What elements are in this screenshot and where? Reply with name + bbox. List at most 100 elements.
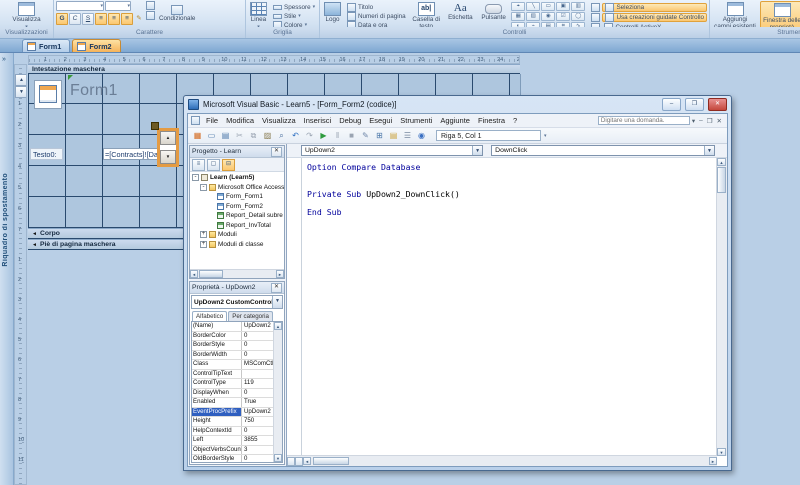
select-button[interactable]: Seleziona xyxy=(602,3,707,12)
property-row[interactable]: BorderStyle 0 xyxy=(192,341,282,351)
properties-tab-per-categoria[interactable]: Per categoria xyxy=(228,311,273,321)
rectangle-icon[interactable]: ▭ xyxy=(541,2,556,11)
font-family-select[interactable]: ▾ xyxy=(56,1,104,11)
scroll-up-icon[interactable]: ▲ xyxy=(717,158,726,166)
tab-control-icon[interactable]: ⌗ xyxy=(556,22,571,27)
property-row[interactable]: BorderColor 0 xyxy=(192,331,282,341)
paste-icon[interactable]: ▨ xyxy=(262,130,273,141)
project-explorer-icon[interactable]: ⊞ xyxy=(374,130,385,141)
align-center-button[interactable]: ≡ xyxy=(108,13,120,25)
maximize-button[interactable]: ❐ xyxy=(685,97,704,111)
fill-color-icon[interactable] xyxy=(146,11,155,20)
undo-icon[interactable]: ↶ xyxy=(290,130,301,141)
vb-menu-strumenti[interactable]: Strumenti xyxy=(396,116,436,125)
tree-expander[interactable]: - xyxy=(200,183,207,191)
expand-pane-icon[interactable]: » xyxy=(2,56,6,63)
title-button[interactable]: Titolo xyxy=(345,2,408,12)
date-time-button[interactable]: Data e ora xyxy=(345,20,408,27)
close-icon[interactable]: ✕ xyxy=(271,146,282,157)
bound-object-icon[interactable]: ▣ xyxy=(556,2,571,11)
toolbox-icon[interactable]: ☰ xyxy=(402,130,413,141)
property-sheet-button[interactable]: Finestra delle proprietà xyxy=(760,1,800,27)
procedure-view-button[interactable] xyxy=(295,456,303,466)
scroll-right-icon[interactable]: ► xyxy=(276,270,284,278)
find-icon[interactable]: ⌕ xyxy=(276,130,287,141)
close-button[interactable]: ✕ xyxy=(708,97,727,111)
object-dropdown[interactable]: UpDown2 ▼ xyxy=(301,145,484,156)
chevron-down-icon[interactable]: ▾ xyxy=(690,117,697,125)
grid-color-button[interactable]: Colore ▾ xyxy=(271,20,317,27)
smart-tag-icon[interactable] xyxy=(68,75,73,80)
minimize-button[interactable]: – xyxy=(662,97,681,111)
save-icon[interactable]: ▤ xyxy=(220,130,231,141)
unbound-object-icon[interactable]: ▤ xyxy=(541,22,556,27)
textbox-label[interactable]: Testo0: xyxy=(30,148,63,160)
updown-down-button[interactable]: ▼ xyxy=(160,150,176,164)
logo-button[interactable]: Logo xyxy=(322,1,343,25)
property-row[interactable]: ControlType 119 xyxy=(192,379,282,389)
ask-question-input[interactable] xyxy=(597,116,690,125)
grid-style-button[interactable]: Stile ▾ xyxy=(271,12,317,20)
scroll-down-icon[interactable]: ▼ xyxy=(717,448,726,456)
align-right-button[interactable]: ≡ xyxy=(121,13,133,25)
tree-item[interactable]: Form_Form1 xyxy=(191,192,284,202)
cut-icon[interactable]: ✂ xyxy=(234,130,245,141)
document-tab-form1[interactable]: Form1 xyxy=(22,39,71,52)
attachment-icon[interactable]: ⌁ xyxy=(526,22,541,27)
navigation-pane-collapsed[interactable]: » Riquadro di spostamento xyxy=(0,53,14,485)
add-existing-fields-button[interactable]: Aggiungi campi esistenti xyxy=(712,1,758,27)
mdi-minimize-icon[interactable]: – xyxy=(697,117,705,124)
line-tool-icon[interactable] xyxy=(591,3,601,12)
design-mode-icon[interactable]: ✎ xyxy=(360,130,371,141)
property-row[interactable]: EventProcPrefix UpDown2 xyxy=(192,407,282,417)
format-painter-icon[interactable]: ✎ xyxy=(134,14,144,24)
conditional-formatting-button[interactable]: Condizionale xyxy=(157,4,197,24)
pen-tool-icon[interactable] xyxy=(591,23,601,27)
vb-menu-esegui[interactable]: Esegui xyxy=(365,116,396,125)
document-tab-form2[interactable]: Form2 xyxy=(72,39,121,52)
project-hscrollbar[interactable]: ◄ ► xyxy=(190,269,284,278)
line-icon[interactable]: ╲ xyxy=(526,2,541,11)
vb-editor-window[interactable]: Microsoft Visual Basic - Learn5 - [Form_… xyxy=(183,95,732,471)
arrow-tool-icon[interactable] xyxy=(591,13,601,22)
copy-icon[interactable]: ⧉ xyxy=(248,130,259,141)
property-row[interactable]: BorderWidth 0 xyxy=(192,350,282,360)
property-row[interactable]: ControlTipText xyxy=(192,369,282,379)
stop-icon[interactable]: ■ xyxy=(346,130,357,141)
property-row[interactable]: Left 3855 xyxy=(192,436,282,446)
object-selector[interactable]: UpDown2 CustomControl ▼ xyxy=(191,295,283,309)
code-hscrollbar[interactable]: ◄ ► xyxy=(287,455,717,466)
properties-window-icon[interactable]: ▤ xyxy=(388,130,399,141)
toggle-button-icon[interactable]: ◐ xyxy=(511,22,526,27)
vb-menu-[interactable]: ? xyxy=(509,116,521,125)
scroll-up-icon[interactable]: ▲ xyxy=(274,322,282,330)
scroll-thumb[interactable] xyxy=(717,167,726,193)
mdi-restore-icon[interactable]: ❐ xyxy=(705,117,715,125)
horizontal-ruler[interactable]: 1 2 3 4 5 6 7 8 9 10 11 12 13 14 15 16 17 18 19 20 21 22 23 24 2… xyxy=(28,55,520,64)
grid-thickness-button[interactable]: Spessore ▾ xyxy=(271,3,317,11)
code-vscrollbar[interactable]: ▲ ▼ xyxy=(716,158,727,456)
close-icon[interactable]: ✕ xyxy=(271,282,282,293)
scroll-thumb[interactable] xyxy=(199,270,223,278)
ruler-up-button[interactable]: ▲ xyxy=(15,74,26,86)
label-button[interactable]: Aa Etichetta xyxy=(445,1,476,23)
scroll-thumb[interactable] xyxy=(313,457,349,465)
tree-item[interactable]: - Learn (Learn5) xyxy=(191,173,284,183)
properties-tab-alfabetico[interactable]: Alfabetico xyxy=(192,311,228,321)
vb-menu-file[interactable]: File xyxy=(202,116,222,125)
tree-expander[interactable]: - xyxy=(192,174,199,182)
event-dropdown[interactable]: DownClick ▼ xyxy=(491,145,715,156)
activex-button[interactable]: Controlli ActiveX xyxy=(602,22,707,27)
property-row[interactable]: OldBorderStyle 0 xyxy=(192,455,282,462)
underline-button[interactable]: S xyxy=(82,13,94,25)
select-pointer-icon[interactable]: ⌖ xyxy=(511,2,526,11)
help-icon[interactable]: ◉ xyxy=(416,130,427,141)
scroll-down-icon[interactable]: ▼ xyxy=(274,454,282,462)
pause-icon[interactable]: ‖ xyxy=(332,130,343,141)
toolbar-options-icon[interactable]: ▾ xyxy=(544,133,547,138)
button-control-button[interactable]: Pulsante xyxy=(478,1,509,23)
vb-menu-visualizza[interactable]: Visualizza xyxy=(258,116,300,125)
run-icon[interactable]: ▶ xyxy=(318,130,329,141)
section-bar-form-header[interactable]: Intestazione maschera xyxy=(28,64,520,74)
redo-icon[interactable]: ↷ xyxy=(304,130,315,141)
